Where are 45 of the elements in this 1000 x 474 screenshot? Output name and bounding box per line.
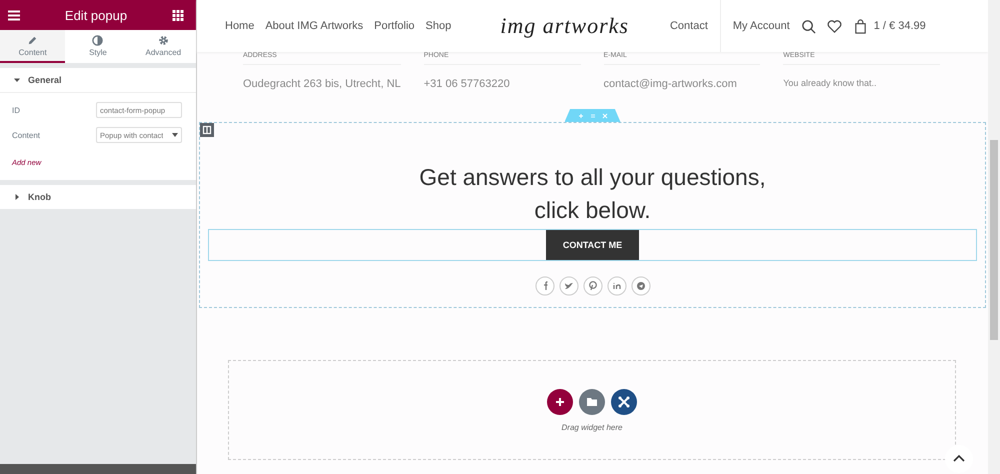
gear-icon — [158, 34, 169, 46]
nav-link[interactable]: Shop — [426, 20, 452, 32]
column-icon[interactable] — [200, 123, 214, 137]
half-circle-icon — [92, 34, 104, 46]
linkedin-icon[interactable] — [606, 276, 626, 296]
section-handle[interactable] — [564, 109, 620, 122]
widget-outline[interactable]: CONTACT ME — [208, 229, 977, 261]
contact-button[interactable]: CONTACT ME — [546, 230, 639, 260]
nav-link[interactable]: Portfolio — [374, 20, 415, 32]
cart-total[interactable]: 1 / € 34.99 — [874, 20, 926, 32]
popup-section[interactable]: Get answers to all your questions, click below. CONTACT ME — [199, 122, 986, 308]
telegram-icon[interactable] — [630, 276, 650, 296]
pencil-icon — [27, 34, 38, 46]
info-value: You already know that.. — [783, 78, 878, 88]
grid-icon[interactable] — [172, 10, 184, 20]
search-icon[interactable] — [800, 18, 816, 34]
menu-icon[interactable] — [8, 10, 20, 20]
template-icon[interactable] — [611, 388, 637, 414]
nav-link[interactable]: Home — [225, 20, 254, 32]
panel-title: Edit popup — [64, 8, 128, 22]
caret-icon — [172, 133, 178, 137]
bag-icon[interactable] — [852, 18, 868, 34]
field-label: Content — [12, 130, 40, 140]
info-value: Oudegracht 263 bis, Utrecht, NL — [243, 78, 401, 90]
add-icon[interactable] — [547, 388, 573, 414]
popup-heading: Get answers to all your questions, click below. — [419, 163, 766, 225]
twitter-icon[interactable] — [558, 276, 578, 296]
nav-link[interactable]: My Account — [732, 20, 790, 32]
facebook-icon[interactable] — [534, 276, 554, 296]
heart-icon[interactable] — [826, 18, 842, 34]
caret-icon — [14, 194, 20, 200]
scrollbar-thumb[interactable] — [990, 140, 998, 340]
drop-zone[interactable]: Drag widget here — [228, 360, 956, 460]
folder-icon[interactable] — [579, 388, 605, 414]
field-label: ID — [12, 106, 20, 114]
nav-link[interactable]: About IMG Artworks — [265, 20, 364, 32]
panel-tab[interactable]: Content — [0, 30, 66, 63]
caret-icon — [14, 77, 20, 83]
info-value: +31 06 57763220 — [424, 78, 511, 90]
pinterest-icon[interactable] — [582, 276, 602, 296]
logo[interactable]: img artworks — [499, 12, 630, 40]
scrollbar[interactable] — [988, 0, 1000, 474]
nav-link[interactable]: Contact — [670, 20, 708, 32]
drop-hint: Drag widget here — [562, 422, 622, 432]
info-value: contact@img-artworks.com — [604, 78, 738, 90]
